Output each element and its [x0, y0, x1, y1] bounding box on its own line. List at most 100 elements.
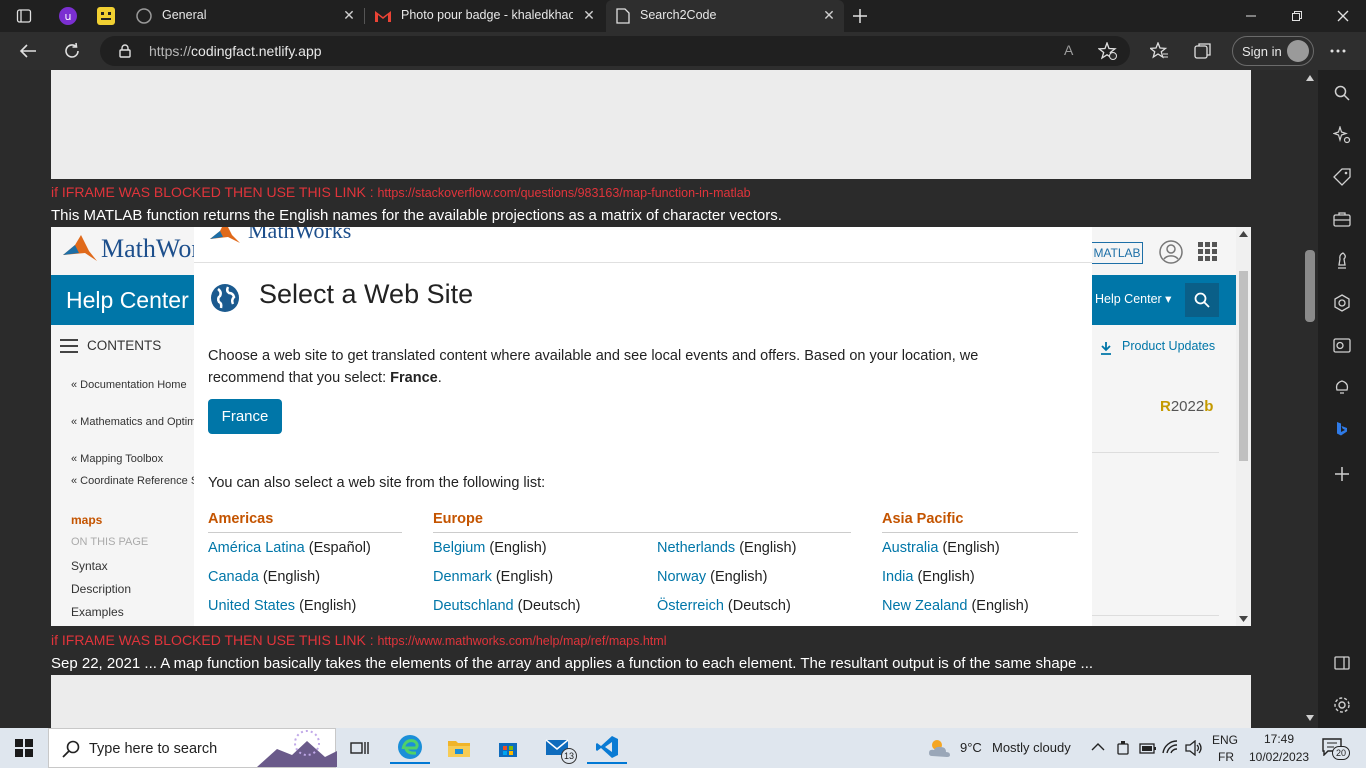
sidebar-link-doc-home[interactable]: « Documentation Home [71, 379, 187, 391]
hamburger-icon[interactable] [60, 339, 78, 353]
account-icon[interactable] [1159, 240, 1183, 264]
usb-icon[interactable] [1116, 740, 1130, 756]
select-france-button[interactable]: France [208, 399, 282, 434]
sidebar-drop-button[interactable] [1330, 375, 1354, 399]
blocked-prefix: if IFRAME WAS BLOCKED THEN USE THIS LINK… [51, 632, 378, 648]
language-secondary[interactable]: FR [1218, 750, 1234, 764]
wifi-icon[interactable] [1162, 740, 1180, 756]
notifications-button[interactable]: 20 [1322, 738, 1352, 760]
extension-tab-icon[interactable]: u [54, 3, 82, 29]
site-link[interactable]: Deutschland (Deutsch) [433, 598, 581, 614]
taskbar-store[interactable] [488, 732, 528, 764]
collections-button[interactable] [1189, 38, 1217, 64]
more-options-button[interactable] [1324, 38, 1352, 64]
clock-date[interactable]: 10/02/2023 [1249, 750, 1309, 764]
sidebar-settings-button[interactable] [1330, 693, 1354, 717]
weather-text[interactable]: Mostly cloudy [992, 740, 1071, 755]
help-center-title[interactable]: Help Center [66, 287, 189, 314]
sidebar-office-button[interactable] [1330, 291, 1354, 315]
close-window-button[interactable] [1320, 0, 1366, 32]
taskbar-file-explorer[interactable] [439, 732, 479, 764]
url-text[interactable]: https://codingfact.netlify.app [149, 43, 322, 59]
sidebar-split-screen-button[interactable] [1330, 651, 1354, 675]
site-link[interactable]: Australia (English) [882, 540, 1000, 556]
site-link[interactable]: América Latina (Español) [208, 540, 371, 556]
taskbar-search-box[interactable]: Type here to search [48, 728, 337, 768]
scroll-up-icon[interactable] [1239, 231, 1248, 237]
tab-search2code[interactable]: Search2Code ✕ [606, 0, 844, 32]
scroll-thumb[interactable] [1239, 271, 1248, 461]
sidebar-bing-button[interactable] [1330, 417, 1354, 441]
address-bar[interactable]: https://codingfact.netlify.app A [100, 36, 1130, 66]
sidebar-games-button[interactable] [1330, 249, 1354, 273]
refresh-button[interactable] [58, 38, 86, 64]
back-button[interactable] [14, 38, 42, 64]
site-link[interactable]: India (English) [882, 569, 975, 585]
apps-grid-icon[interactable] [1198, 242, 1218, 262]
scroll-down-icon[interactable] [1306, 715, 1314, 721]
taskbar-mail[interactable]: 13 [538, 732, 578, 764]
tab-actions-icon[interactable] [10, 3, 38, 29]
product-updates-link[interactable]: Product Updates [1122, 339, 1215, 353]
sidebar-add-button[interactable] [1330, 462, 1354, 486]
add-favorite-icon[interactable] [1098, 42, 1118, 60]
sidebar-link-coord[interactable]: « Coordinate Reference S [71, 475, 198, 487]
scroll-down-icon[interactable] [1239, 616, 1248, 622]
scroll-thumb[interactable] [1305, 250, 1315, 322]
site-link[interactable]: New Zealand (English) [882, 598, 1029, 614]
search-button[interactable] [1185, 283, 1219, 317]
sidebar-shopping-button[interactable] [1330, 165, 1354, 189]
restore-button[interactable] [1274, 0, 1320, 32]
sidebar-outlook-button[interactable] [1330, 333, 1354, 357]
site-link[interactable]: Belgium (English) [433, 540, 547, 556]
new-tab-button[interactable] [846, 3, 874, 29]
language-primary[interactable]: ENG [1212, 733, 1238, 747]
sidebar-discover-button[interactable] [1330, 123, 1354, 147]
tag-icon [1333, 168, 1351, 186]
site-link[interactable]: Norway (English) [657, 569, 767, 585]
tab-general[interactable]: General ✕ [126, 0, 364, 32]
url-host: codingfact.netlify.app [191, 43, 322, 59]
site-link[interactable]: Netherlands (English) [657, 540, 796, 556]
sidebar-search-button[interactable] [1330, 81, 1354, 105]
extension-tab-icon-2[interactable] [92, 3, 120, 29]
scroll-up-icon[interactable] [1306, 75, 1314, 81]
site-link[interactable]: Canada (English) [208, 569, 320, 585]
matlab-button[interactable]: MATLAB [1091, 242, 1143, 264]
site-lang: (Deutsch) [513, 598, 581, 614]
tab-photo-badge[interactable]: Photo pour badge - khaledkhaou ✕ [366, 0, 604, 32]
mathworks-link[interactable]: https://www.mathworks.com/help/map/ref/m… [377, 634, 666, 648]
read-aloud-icon[interactable]: A [1064, 42, 1073, 58]
sidebar-link-syntax[interactable]: Syntax [71, 559, 108, 573]
page-scrollbar[interactable] [1302, 70, 1318, 728]
taskbar-edge[interactable] [390, 732, 430, 764]
contents-label[interactable]: CONTENTS [87, 338, 161, 353]
volume-icon[interactable] [1185, 740, 1203, 756]
stackoverflow-link[interactable]: https://stackoverflow.com/questions/9831… [377, 186, 750, 200]
sidebar-link-mapping[interactable]: « Mapping Toolbox [71, 453, 163, 465]
task-view-button[interactable] [340, 732, 380, 764]
weather-temp[interactable]: 9°C [960, 740, 982, 755]
start-button[interactable] [4, 732, 44, 764]
favorites-button[interactable] [1145, 38, 1173, 64]
sign-in-button[interactable]: Sign in [1232, 36, 1314, 66]
iframe-scrollbar[interactable] [1236, 227, 1251, 626]
battery-icon[interactable] [1139, 741, 1157, 755]
help-center-dropdown[interactable]: Help Center ▾ [1095, 291, 1171, 306]
sidebar-link-description[interactable]: Description [71, 582, 131, 596]
close-icon[interactable]: ✕ [342, 8, 356, 22]
close-icon[interactable]: ✕ [582, 8, 596, 22]
close-icon[interactable]: ✕ [822, 8, 836, 22]
chevron-up-icon[interactable] [1091, 742, 1105, 752]
sidebar-link-math[interactable]: « Mathematics and Optim [71, 416, 196, 428]
site-link[interactable]: Österreich (Deutsch) [657, 598, 791, 614]
also-select-text: You can also select a web site from the … [208, 475, 546, 491]
sidebar-tools-button[interactable] [1330, 207, 1354, 231]
sidebar-link-examples[interactable]: Examples [71, 605, 124, 619]
site-link[interactable]: Denmark (English) [433, 569, 553, 585]
weather-icon[interactable] [926, 736, 954, 760]
taskbar-vscode[interactable] [587, 732, 627, 764]
minimize-button[interactable] [1228, 0, 1274, 32]
site-link[interactable]: United States (English) [208, 598, 356, 614]
clock-time[interactable]: 17:49 [1264, 732, 1294, 746]
